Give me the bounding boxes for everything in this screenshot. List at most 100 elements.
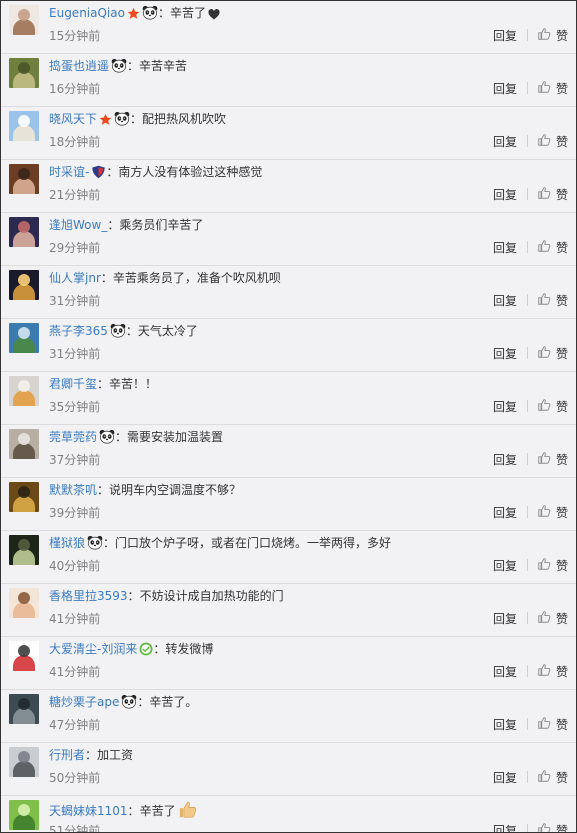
like-button[interactable]: 赞 [537,186,568,203]
reply-button[interactable]: 回复 [493,557,517,574]
divider [526,188,528,200]
star-icon [99,113,112,130]
username-link[interactable]: 糖炒栗子ape [49,695,119,709]
thumbs-up-outline-icon [537,557,556,574]
like-label: 赞 [555,134,568,149]
separator-colon: ： [157,6,170,20]
comment-text: 辛苦了 [169,6,206,20]
username-link[interactable]: 大爱清尘-刘润来 [49,642,137,656]
reply-button[interactable]: 回复 [493,451,517,468]
username-link[interactable]: 行刑者 [49,748,85,762]
like-button[interactable]: 赞 [537,769,568,786]
avatar[interactable] [9,588,39,618]
thumbs-up-outline-icon [537,504,556,521]
avatar[interactable] [9,694,39,724]
thumbs-up-outline-icon [537,80,556,97]
divider [526,82,528,94]
like-button[interactable]: 赞 [537,292,568,309]
reply-button[interactable]: 回复 [493,80,517,97]
like-button[interactable]: 赞 [537,398,568,415]
avatar[interactable] [9,111,39,141]
divider [526,506,528,518]
reply-button[interactable]: 回复 [493,27,517,44]
like-button[interactable]: 赞 [537,451,568,468]
comment-actions: 回复 赞 [493,557,568,573]
comment-text: 配把热风机吹吹 [142,112,227,126]
comment-actions: 回复 赞 [493,716,568,732]
username-link[interactable]: 晓风天下 [49,112,97,126]
like-button[interactable]: 赞 [537,557,568,574]
reply-button[interactable]: 回复 [493,822,517,833]
like-button[interactable]: 赞 [537,822,568,832]
heart-icon [208,8,220,24]
like-label: 赞 [555,558,568,573]
avatar[interactable] [9,376,39,406]
avatar[interactable] [9,164,39,194]
comment-item: 君卿千玺：辛苦！！ 35分钟前 回复 赞 [1,372,576,425]
username-link[interactable]: 莞草莞药 [49,430,97,444]
separator-colon: ： [125,324,138,338]
comment-text: 需要安装加温装置 [127,430,224,444]
comment-actions: 回复 赞 [493,769,568,785]
like-button[interactable]: 赞 [537,504,568,521]
like-label: 赞 [555,452,568,467]
reply-button[interactable]: 回复 [493,716,517,733]
comment-line: 行刑者：加工资 [49,747,556,763]
username-link[interactable]: 仙人掌jnr [49,271,101,285]
avatar[interactable] [9,323,39,353]
reply-button[interactable]: 回复 [493,292,517,309]
like-button[interactable]: 赞 [537,27,568,44]
username-link[interactable]: EugeniaQiao [49,6,125,20]
comment-item: 大爱清尘-刘润来 ：转发微博 41分钟前 回复 赞 [1,637,576,690]
username-link[interactable]: 时采谊- [49,165,89,179]
avatar[interactable] [9,270,39,300]
reply-button[interactable]: 回复 [493,239,517,256]
like-label: 赞 [555,611,568,626]
comment-item: 行刑者：加工资 50分钟前 回复 赞 [1,743,576,796]
avatar[interactable] [9,429,39,459]
comment-line: 槿狱狼 ：门口放个炉子呀，或者在门口烧烤。一举两得，多好 [49,535,556,554]
like-button[interactable]: 赞 [537,610,568,627]
reply-button[interactable]: 回复 [493,345,517,362]
username-link[interactable]: 香格里拉3593 [49,589,128,603]
like-button[interactable]: 赞 [537,133,568,150]
comment-text: 加工资 [97,748,134,762]
avatar[interactable] [9,641,39,671]
avatar[interactable] [9,58,39,88]
reply-button[interactable]: 回复 [493,398,517,415]
username-link[interactable]: 逢旭Wow_ [49,218,107,232]
reply-button[interactable]: 回复 [493,769,517,786]
thumbs-up-outline-icon [537,663,556,680]
like-button[interactable]: 赞 [537,663,568,680]
comment-text: 门口放个炉子呀，或者在门口烧烤。一举两得，多好 [115,536,392,550]
comment-actions: 回复 赞 [493,80,568,96]
username-link[interactable]: 君卿千玺 [49,377,97,391]
reply-button[interactable]: 回复 [493,133,517,150]
star-icon [127,7,140,24]
username-link[interactable]: 槿狱狼 [49,536,85,550]
avatar[interactable] [9,482,39,512]
like-button[interactable]: 赞 [537,80,568,97]
avatar[interactable] [9,217,39,247]
avatar[interactable] [9,5,39,35]
avatar[interactable] [9,800,39,830]
comment-line: 莞草莞药 ：需要安装加温装置 [49,429,556,448]
reply-button[interactable]: 回复 [493,504,517,521]
username-link[interactable]: 天蝎妹妹1101 [49,804,128,818]
avatar[interactable] [9,747,39,777]
reply-button[interactable]: 回复 [493,186,517,203]
separator-colon: ： [97,483,110,497]
username-link[interactable]: 捣蛋也逍遥 [49,59,109,73]
panda-icon [114,111,130,130]
like-button[interactable]: 赞 [537,239,568,256]
like-button[interactable]: 赞 [537,345,568,362]
comment-line: 逢旭Wow_：乘务员们辛苦了 [49,217,556,233]
avatar[interactable] [9,535,39,565]
reply-button[interactable]: 回复 [493,663,517,680]
like-button[interactable]: 赞 [537,716,568,733]
divider [526,294,528,306]
comment-time: 16分钟前 [49,82,101,96]
username-link[interactable]: 默默茶叽 [49,483,97,497]
reply-button[interactable]: 回复 [493,610,517,627]
username-link[interactable]: 燕子李365 [49,324,108,338]
